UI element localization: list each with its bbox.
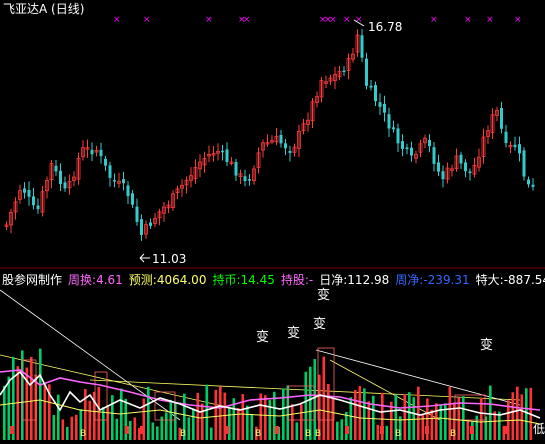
volume-bar <box>39 348 42 440</box>
sell-marker <box>425 426 429 434</box>
sell-marker <box>275 426 279 434</box>
sell-marker <box>505 426 509 434</box>
stock-chart-window[interactable]: × × × × × × × × × × × × × × 飞亚达A (日线) 16.78 11.03 股参网… <box>0 0 545 444</box>
volume-bar <box>417 386 420 440</box>
buy-marker: B <box>255 429 261 439</box>
volume-bar <box>250 413 254 440</box>
volume-bar <box>430 409 434 440</box>
volume-bar <box>70 416 74 440</box>
volume-bar <box>66 426 69 440</box>
volume-bar <box>97 386 101 440</box>
volume-bar <box>246 405 249 440</box>
bian-signal: 变 <box>313 317 327 332</box>
volume-bar <box>192 408 195 440</box>
volume-bar <box>43 383 47 440</box>
volume-bar <box>228 406 231 440</box>
bian-signal: 变 <box>317 288 331 303</box>
volume-bar <box>219 386 222 440</box>
volume-bar <box>363 388 366 440</box>
volume-bar <box>525 388 528 440</box>
buy-marker: B <box>80 429 86 439</box>
buy-marker: B <box>315 429 321 439</box>
sell-marker <box>125 426 129 434</box>
di-signal: 低 <box>532 422 545 436</box>
bian-signal: 变 <box>480 338 494 353</box>
volume-bar <box>147 386 150 440</box>
volume-bar <box>61 419 65 440</box>
volume-bar <box>129 420 132 440</box>
volume-bar <box>264 395 267 440</box>
buy-marker: B <box>395 429 401 439</box>
volume-bar <box>282 388 285 440</box>
volume-bar <box>511 392 515 440</box>
buy-marker: B <box>450 429 456 439</box>
bian-signal: 变 <box>256 330 270 345</box>
volume-bar <box>435 403 438 440</box>
sell-marker <box>380 426 384 434</box>
volume-bar <box>30 356 33 440</box>
sell-marker <box>225 426 229 434</box>
volume-bar <box>165 412 168 440</box>
signal-box <box>21 359 37 421</box>
volume-bar <box>340 419 344 440</box>
volume-bar <box>498 411 501 440</box>
volume-bar <box>489 385 492 440</box>
volume-bar <box>376 424 380 440</box>
sell-marker <box>345 426 349 434</box>
volume-bar <box>111 395 114 440</box>
bian-signal: 变 <box>287 326 301 341</box>
volume-bar <box>268 399 272 440</box>
volume-bar <box>57 394 60 440</box>
volume-bar <box>466 419 470 440</box>
volume-bar <box>372 395 375 440</box>
buy-marker: B <box>180 429 186 439</box>
volume-bar <box>7 376 11 440</box>
volume-bar <box>300 404 303 440</box>
volume-bar <box>475 415 479 440</box>
volume-bar <box>336 421 339 440</box>
volume-bar <box>520 394 524 440</box>
volume-bar <box>205 384 209 440</box>
volume-bar <box>187 417 191 440</box>
volume-bar <box>291 404 294 440</box>
sell-marker <box>470 426 474 434</box>
volume-bar <box>345 411 348 440</box>
volume-bar <box>115 418 119 440</box>
volume-bar <box>151 422 155 440</box>
volume-bar <box>403 393 407 440</box>
volume-bar <box>295 422 299 440</box>
volume-bar <box>367 401 371 440</box>
volume-bar <box>88 400 92 440</box>
volume-bar <box>237 408 240 440</box>
volume-bar <box>75 414 78 440</box>
volume-bar <box>52 415 56 440</box>
volume-bar <box>412 397 416 440</box>
volume-bar <box>385 425 389 440</box>
volume-bar <box>201 403 204 440</box>
volume-bar <box>493 411 497 440</box>
volume-bar <box>156 426 159 440</box>
buy-marker: B <box>305 429 311 439</box>
sell-marker <box>10 426 14 434</box>
volume-bar <box>322 356 326 440</box>
volume-bar <box>210 427 213 440</box>
volume-bar <box>214 389 218 440</box>
sell-marker <box>140 426 144 434</box>
volume-bar <box>354 390 357 440</box>
volume-bar <box>358 386 362 440</box>
volume-bar <box>3 385 6 440</box>
volume-bar <box>502 425 506 440</box>
volume-bar <box>133 417 137 440</box>
volume-bar <box>516 386 519 440</box>
indicator-chart[interactable]: BBBBBBB <box>0 0 545 444</box>
volume-bar <box>408 392 411 440</box>
volume-bar <box>196 392 200 440</box>
